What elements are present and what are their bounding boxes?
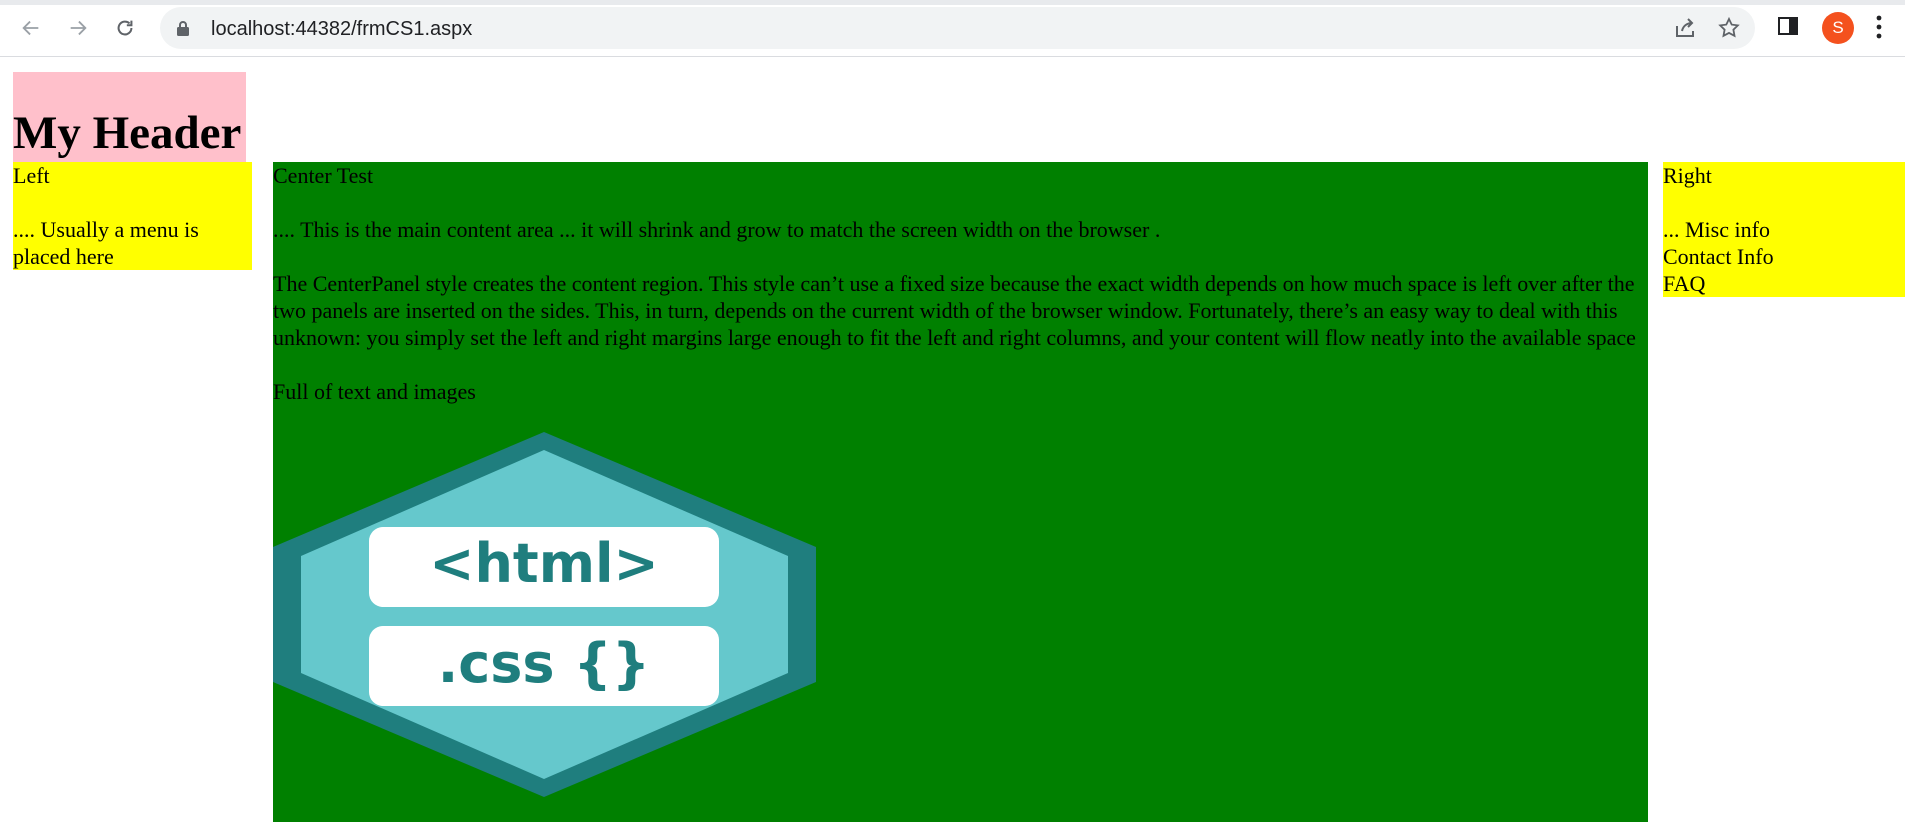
browser-toolbar: localhost:44382/frmCS1.aspx S — [0, 0, 1905, 57]
center-paragraph-1: .... This is the main content area ... i… — [273, 217, 1161, 242]
center-paragraph-2: The CenterPanel style creates the conten… — [273, 271, 1636, 350]
right-item-contact-info: Contact Info — [1663, 244, 1774, 269]
center-panel-title: Center Test — [273, 163, 374, 188]
share-icon[interactable] — [1673, 16, 1697, 40]
center-paragraph-3: Full of text and images — [273, 379, 476, 404]
logo-css-text: .css {} — [438, 632, 651, 695]
url-text[interactable]: localhost:44382/frmCS1.aspx — [211, 18, 472, 41]
bookmark-star-icon[interactable] — [1717, 16, 1741, 40]
reload-icon — [117, 20, 133, 36]
right-panel: Right ... Misc info Contact Info FAQ — [1663, 162, 1905, 297]
profile-avatar[interactable]: S — [1822, 12, 1854, 44]
back-arrow-icon — [22, 20, 39, 36]
address-bar[interactable]: localhost:44382/frmCS1.aspx — [160, 7, 1755, 49]
tab-strip — [0, 0, 1905, 5]
right-panel-title: Right — [1663, 163, 1712, 188]
header-panel: My Header — [13, 72, 246, 162]
left-panel-text: .... Usually a menu is placed here — [13, 217, 199, 269]
more-menu-icon[interactable] — [1875, 14, 1883, 40]
right-item-misc-info: ... Misc info — [1663, 217, 1770, 242]
forward-button[interactable] — [64, 14, 92, 42]
forward-arrow-icon — [70, 20, 87, 36]
right-item-faq: FAQ — [1663, 271, 1706, 296]
logo-html-text: <html> — [429, 532, 659, 595]
lock-icon — [177, 21, 189, 36]
back-button[interactable] — [17, 14, 45, 42]
reload-button[interactable] — [111, 14, 139, 42]
page-title: My Header — [13, 107, 242, 159]
side-panel-icon[interactable] — [1776, 14, 1800, 38]
page-content: My Header Left .... Usually a menu is pl… — [0, 57, 1905, 822]
left-panel: Left .... Usually a menu is placed here — [13, 162, 252, 270]
html-css-logo-image: <html> .css {} — [273, 432, 816, 797]
center-panel: Center Test .... This is the main conten… — [273, 162, 1648, 822]
left-panel-title: Left — [13, 163, 50, 188]
